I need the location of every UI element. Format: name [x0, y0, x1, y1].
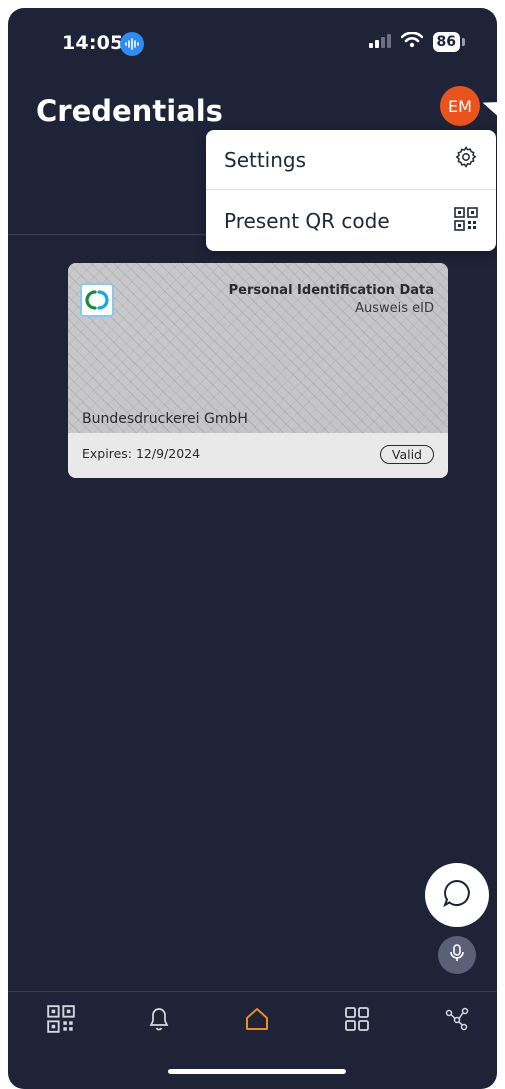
chat-bubble-icon — [442, 878, 472, 912]
menu-item-label: Settings — [224, 147, 307, 172]
avatar[interactable]: EM — [440, 86, 480, 126]
menu-item-present-qr[interactable]: Present QR code — [206, 191, 496, 251]
grid-icon — [344, 1006, 370, 1036]
nav-item-scan[interactable] — [44, 1004, 78, 1038]
microphone-icon — [449, 944, 465, 966]
bottom-nav — [8, 1004, 497, 1038]
card-footer: Expires: 12/9/2024 Valid — [68, 433, 448, 478]
qr-code-icon — [454, 206, 478, 236]
status-badge: Valid — [379, 445, 434, 464]
credential-card[interactable]: Personal Identification Data Ausweis eID… — [68, 263, 448, 478]
home-indicator[interactable] — [168, 1069, 346, 1074]
voice-input-button[interactable] — [438, 936, 476, 974]
credential-issuer: Bundesdruckerei GmbH — [82, 411, 248, 427]
credential-title: Personal Identification Data — [228, 283, 434, 298]
menu-item-label: Present QR code — [224, 209, 390, 233]
menu-pointer — [479, 95, 497, 117]
nav-divider — [8, 991, 497, 992]
credential-subtitle: Ausweis eID — [355, 301, 434, 316]
issuer-logo-icon — [80, 283, 114, 317]
nav-item-connections[interactable] — [440, 1004, 474, 1038]
battery-level: 86 — [432, 32, 460, 52]
bell-icon — [147, 1006, 171, 1036]
wifi-icon — [400, 31, 423, 52]
menu-item-settings[interactable]: Settings — [206, 130, 496, 190]
voice-recording-icon — [120, 32, 144, 56]
gear-icon — [454, 145, 478, 174]
qr-code-icon — [47, 1005, 75, 1037]
expiry-date: Expires: 12/9/2024 — [82, 446, 201, 461]
chat-button[interactable] — [425, 863, 489, 927]
nav-item-apps[interactable] — [340, 1004, 374, 1038]
page-title: Credentials — [36, 94, 223, 128]
network-icon — [444, 1006, 470, 1036]
status-indicators: 86 — [368, 31, 465, 52]
home-icon — [243, 1005, 271, 1037]
nav-item-notifications[interactable] — [142, 1004, 176, 1038]
signal-icon — [368, 33, 391, 52]
profile-menu: Settings Present QR code — [206, 130, 496, 251]
nav-item-home[interactable] — [240, 1004, 274, 1038]
status-time: 14:05 — [62, 32, 124, 54]
app-screen: 14:05 86 Credentials EM Settings Present… — [8, 8, 497, 1089]
battery-icon — [462, 38, 465, 46]
